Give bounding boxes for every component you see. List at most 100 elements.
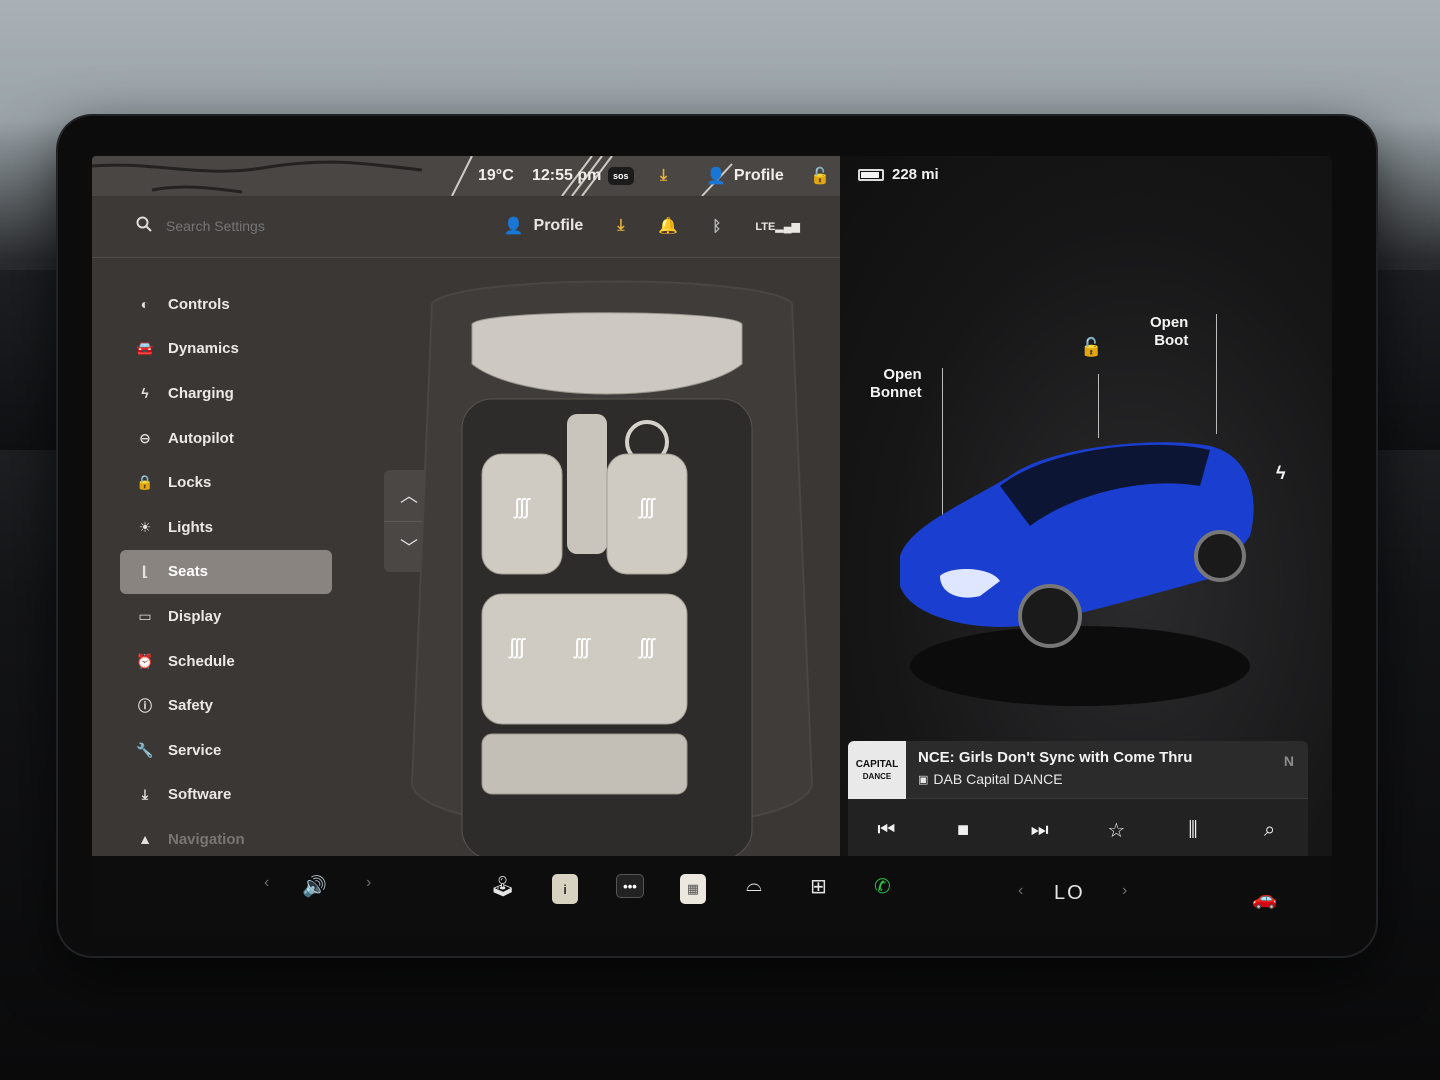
seat-icon: ⌊ — [141, 563, 149, 580]
stop-icon[interactable]: ■ — [943, 819, 983, 842]
menu-item-label: Display — [168, 607, 222, 625]
status-range: 228 mi — [858, 166, 939, 183]
search-icon — [136, 216, 152, 232]
next-icon[interactable]: ⏭ — [1020, 819, 1060, 842]
status-time: 12:55 pm — [532, 167, 602, 184]
status-temperature: 19°C — [478, 167, 514, 184]
map-strip[interactable]: 19°C 12:55 pm sos ⤓ 👤 Profile 🔓 — [92, 156, 840, 196]
status-profile-label: Profile — [733, 167, 784, 184]
menu-item-charging[interactable]: ϟ Charging — [120, 371, 332, 416]
display-icon: ▭ — [138, 607, 152, 624]
bluetooth-icon[interactable]: ᛒ — [712, 218, 721, 235]
menu-item-software[interactable]: ⤓ Software — [120, 773, 332, 818]
volume-up-chevron-icon[interactable]: › — [366, 874, 371, 892]
open-boot-button[interactable]: Open Boot — [1150, 314, 1188, 350]
wrench-icon: 🔧 — [136, 741, 154, 758]
menu-item-dynamics[interactable]: 🚘 Dynamics — [120, 327, 332, 372]
range-value: 228 mi — [892, 166, 939, 183]
steering-wheel-icon: ⊖ — [139, 429, 151, 446]
volume-icon[interactable]: 🔊 — [302, 874, 327, 899]
lte-signal-icon: LTE▂▄▆ — [755, 220, 800, 233]
menu-item-label: Controls — [168, 295, 230, 313]
seat-heater-icon: ʃʃʃ — [638, 494, 657, 519]
menu-item-service[interactable]: 🔧 Service — [120, 728, 332, 773]
search-icon[interactable]: ⌕ — [1250, 819, 1290, 842]
favorite-star-icon[interactable]: ☆ — [1096, 818, 1136, 843]
climate-temperature[interactable]: LO — [1054, 882, 1085, 905]
bottom-dock: ‹ 🔊 › 🕹 i ••• ▦ ⌓ ⊞ ✆ ‹ LO › 🚗 — [92, 856, 1332, 936]
menu-item-label: Autopilot — [168, 429, 234, 447]
menu-item-safety[interactable]: ⓘ Safety — [120, 683, 332, 728]
seat-heater-icon: ʃʃʃ — [638, 634, 657, 659]
joystick-toybox-icon[interactable]: 🕹 — [490, 874, 515, 899]
rear-seat-bench[interactable]: ʃʃʃ ʃʃʃ ʃʃʃ — [481, 593, 688, 725]
sos-badge: sos — [608, 167, 634, 185]
station-name: DAB Capital DANCE — [933, 771, 1063, 787]
menu-item-schedule[interactable]: ⏰ Schedule — [120, 639, 332, 684]
volume-down-chevron-icon[interactable]: ‹ — [264, 874, 269, 892]
download-icon: ⤓ — [141, 786, 149, 803]
bolt-icon: ϟ — [141, 385, 149, 402]
front-right-seat[interactable]: ʃʃʃ — [606, 453, 688, 575]
unlock-icon[interactable]: 🔓 — [1080, 338, 1102, 356]
front-defrost-icon[interactable]: ⌓ — [746, 874, 762, 897]
car-controls-icon[interactable]: 🚗 — [1252, 886, 1277, 911]
more-apps-icon[interactable]: ••• — [616, 874, 644, 898]
update-download-icon[interactable]: ⤓ — [660, 164, 667, 188]
clock-icon: ⏰ — [136, 652, 154, 669]
now-playing[interactable]: CAPITAL DANCE NCE: Girls Don't Sync with… — [848, 741, 1308, 799]
open-bonnet-button[interactable]: Open Bonnet — [870, 366, 922, 402]
equalizer-icon[interactable]: ⫼ — [1173, 819, 1213, 842]
rear-defrost-icon[interactable]: ⊞ — [810, 874, 827, 899]
menu-item-label: Locks — [168, 474, 212, 492]
toggle-icon: ◐ — [140, 296, 150, 313]
menu-item-label: Safety — [168, 697, 214, 715]
temp-down-chevron-icon[interactable]: ‹ — [1018, 882, 1023, 900]
person-icon: 👤 — [503, 218, 524, 235]
logo-text-2: DANCE — [863, 772, 892, 781]
status-profile[interactable]: 👤 Profile — [706, 164, 784, 188]
settings-menu: ◐ Controls 🚘 Dynamics ϟ Charging ⊖ Autop… — [120, 282, 332, 862]
menu-item-label: Seats — [168, 563, 209, 581]
status-sos[interactable]: sos — [608, 164, 634, 188]
temp-up-chevron-icon[interactable]: › — [1122, 882, 1127, 900]
menu-item-seats[interactable]: ⌊ Seats — [120, 549, 332, 595]
radio-icon: ▣ — [918, 773, 929, 786]
download-icon[interactable]: ⤓ — [617, 217, 624, 235]
calendar-tile: ▦ — [680, 874, 706, 904]
vehicle-model — [900, 442, 1254, 706]
next-track-hint: N — [1283, 753, 1294, 769]
menu-item-label: Navigation — [168, 830, 245, 848]
charge-port-icon[interactable]: ϟ — [1276, 464, 1286, 482]
menu-item-display[interactable]: ▭ Display — [120, 594, 332, 639]
previous-icon[interactable]: ⏮ — [866, 819, 906, 842]
settings-top-icons: 👤 Profile ⤓ 🔔 ᛒ LTE▂▄▆ — [504, 216, 800, 236]
front-left-seat[interactable]: ʃʃʃ — [481, 453, 563, 575]
menu-item-autopilot[interactable]: ⊖ Autopilot — [120, 416, 332, 461]
seat-heater-icon: ʃʃʃ — [573, 634, 592, 659]
calendar-icon[interactable]: ▦ — [680, 874, 706, 904]
menu-item-label: Schedule — [168, 652, 235, 670]
open-bonnet-label-1: Open — [883, 366, 922, 383]
menu-item-lights[interactable]: ☀ Lights — [120, 505, 332, 550]
touchscreen: 19°C 12:55 pm sos ⤓ 👤 Profile 🔓 👤 Profil… — [92, 156, 1332, 936]
phone-icon[interactable]: ✆ — [874, 874, 891, 899]
track-title: NCE: Girls Don't Sync with Come Thru — [918, 749, 1193, 766]
menu-item-locks[interactable]: 🔒 Locks — [120, 460, 332, 505]
lock-status-icon[interactable]: 🔓 — [810, 164, 830, 188]
search-input[interactable] — [166, 218, 466, 234]
sun-icon: ☀ — [138, 518, 152, 535]
open-boot-label-1: Open — [1150, 314, 1189, 331]
menu-item-label: Service — [168, 741, 222, 759]
person-icon: 👤 — [706, 168, 726, 185]
menu-item-controls[interactable]: ◐ Controls — [120, 282, 332, 327]
open-bonnet-label-2: Bonnet — [870, 384, 922, 401]
bell-icon[interactable]: 🔔 — [658, 216, 678, 236]
menu-item-label: Charging — [168, 384, 234, 402]
media-player: CAPITAL DANCE NCE: Girls Don't Sync with… — [848, 741, 1308, 861]
car-icon: 🚘 — [136, 340, 154, 357]
lock-icon: 🔒 — [136, 474, 154, 491]
battery-icon — [858, 168, 884, 181]
settings-profile-button[interactable]: 👤 Profile — [504, 216, 584, 236]
manual-icon[interactable]: i — [552, 874, 578, 904]
